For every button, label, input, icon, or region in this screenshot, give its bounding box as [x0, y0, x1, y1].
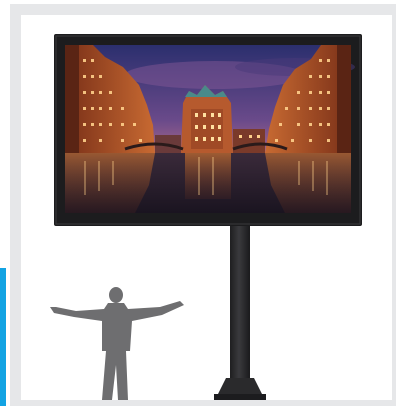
display-post [230, 224, 250, 394]
frame-border-bottom [10, 400, 396, 406]
accent-bar [0, 268, 6, 406]
product-illustration: { "image": { "subject": "outdoor-display… [0, 0, 396, 406]
display-base [214, 378, 266, 400]
frame-border-top [10, 4, 396, 15]
frame-border-left [10, 4, 21, 406]
display-screen [54, 34, 362, 226]
person-silhouette [50, 287, 184, 400]
frame-border-right [392, 4, 396, 406]
